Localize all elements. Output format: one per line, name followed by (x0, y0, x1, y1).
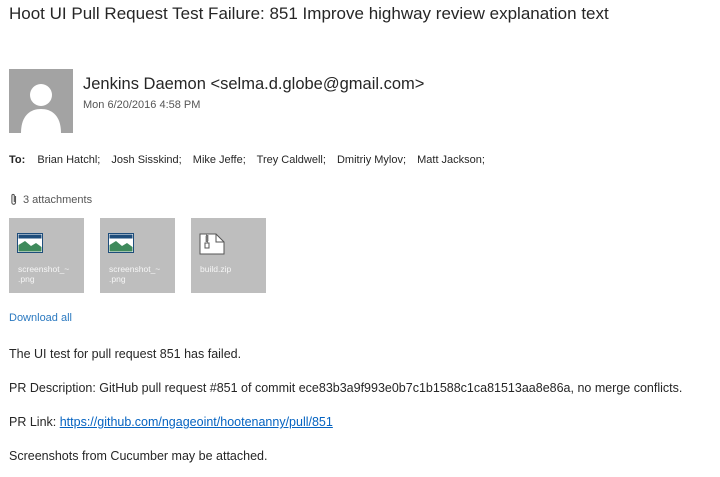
attachment-tile[interactable]: screenshot_~ .png (9, 218, 84, 293)
body-line-pr-link: PR Link: https://github.com/ngageoint/ho… (9, 415, 333, 429)
recipient[interactable]: Josh Sisskind; (111, 154, 181, 166)
attachment-name: screenshot_~ .png (18, 264, 70, 284)
download-all-link[interactable]: Download all (9, 312, 72, 324)
avatar (9, 69, 73, 133)
attachments-count: 3 attachments (23, 193, 93, 206)
recipient[interactable]: Mike Jeffe; (193, 154, 246, 166)
attachment-name: build.zip (200, 264, 232, 274)
to-label: To: (9, 154, 26, 166)
body-line-pr-description: PR Description: GitHub pull request #851… (9, 381, 683, 395)
paperclip-icon (11, 193, 17, 205)
body-line-screenshots: Screenshots from Cucumber may be attache… (9, 449, 268, 463)
pr-link-label: PR Link: (9, 415, 60, 429)
recipient[interactable]: Brian Hatchl; (37, 154, 100, 166)
attachments-header: 3 attachments (9, 193, 92, 206)
recipient[interactable]: Matt Jackson; (417, 154, 485, 166)
image-file-icon (17, 233, 43, 253)
pr-link[interactable]: https://github.com/ngageoint/hootenanny/… (60, 415, 333, 429)
body-line-test-failed: The UI test for pull request 851 has fai… (9, 347, 242, 361)
sender-name[interactable]: Jenkins Daemon <selma.d.globe@gmail.com> (83, 75, 424, 94)
sent-date: Mon 6/20/2016 4:58 PM (83, 99, 201, 111)
recipient[interactable]: Dmitriy Mylov; (337, 154, 406, 166)
person-silhouette-icon (21, 84, 61, 133)
recipient[interactable]: Trey Caldwell; (257, 154, 326, 166)
zip-file-icon (199, 233, 225, 255)
to-row: To: Brian Hatchl; Josh Sisskind; Mike Je… (9, 154, 493, 166)
attachment-tile[interactable]: build.zip (191, 218, 266, 293)
email-subject: Hoot UI Pull Request Test Failure: 851 I… (9, 4, 609, 23)
attachment-tile[interactable]: screenshot_~ .png (100, 218, 175, 293)
attachment-name: screenshot_~ .png (109, 264, 161, 284)
image-file-icon (108, 233, 134, 253)
